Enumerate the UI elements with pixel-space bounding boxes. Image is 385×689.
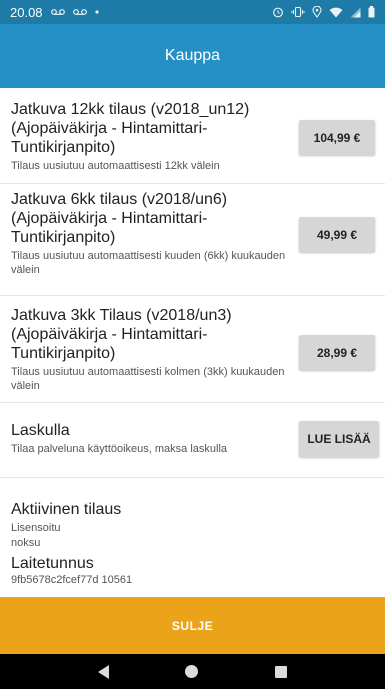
buy-6kk-button[interactable]: 49,99 € <box>299 217 375 252</box>
device-id-title: Laitetunnus <box>11 555 94 572</box>
wifi-icon <box>329 7 343 18</box>
device-id: 9fb5678c2fcef77d 10561 <box>11 574 133 586</box>
buy-12kk-button[interactable]: 104,99 € <box>299 120 375 155</box>
product-description: Tilaus uusiutuu automaattisesti 12kk väl… <box>11 160 220 172</box>
product-description: Tilaus uusiutuu automaattisesti kolmen (… <box>11 366 285 392</box>
active-title: Aktiivinen tilaus <box>11 501 122 518</box>
product-title: Jatkuva 3kk Tilaus (v2018/un3) (Ajopäivä… <box>11 307 232 362</box>
alarm-icon <box>272 6 284 18</box>
invoice-description: Tilaa palveluna käyttöoikeus, maksa lask… <box>11 443 228 455</box>
recent-apps-icon[interactable] <box>274 665 287 678</box>
app-bar: Kauppa <box>0 24 385 88</box>
buy-3kk-button[interactable]: 28,99 € <box>299 335 375 370</box>
product-title: Jatkuva 12kk tilaus (v2018_un12) (Ajopäi… <box>11 101 250 156</box>
invoice-title: Laskulla <box>11 422 70 439</box>
page-title: Kauppa <box>164 47 221 64</box>
location-icon <box>312 6 322 18</box>
product-item-12kk: Jatkuva 12kk tilaus (v2018_un12) (Ajopäi… <box>0 88 385 184</box>
navigation-bar <box>0 654 385 689</box>
license-status: Lisensoitu <box>11 522 61 534</box>
dot-icon <box>94 10 99 14</box>
battery-icon <box>368 6 375 18</box>
product-title: Jatkuva 6kk tilaus (v2018/un6) (Ajopäivä… <box>11 191 228 246</box>
product-item-3kk: Jatkuva 3kk Tilaus (v2018/un3) (Ajopäivä… <box>0 296 385 403</box>
vibrate-icon <box>291 6 305 18</box>
product-item-6kk: Jatkuva 6kk tilaus (v2018/un6) (Ajopäivä… <box>0 184 385 296</box>
voicemail-icon <box>50 8 65 16</box>
product-description: Tilaus uusiutuu automaattisesti kuuden (… <box>11 250 286 276</box>
signal-icon <box>350 7 361 18</box>
status-bar: 20.08 <box>0 0 385 24</box>
active-subscription: Aktiivinen tilaus Lisensoitu noksu Laite… <box>11 500 371 588</box>
user-name: noksu <box>11 537 41 549</box>
invoice-item: Laskulla Tilaa palveluna käyttöoikeus, m… <box>0 403 385 478</box>
voicemail-icon <box>72 8 87 16</box>
status-time: 20.08 <box>10 4 43 20</box>
home-icon[interactable] <box>185 665 199 678</box>
close-button[interactable]: SULJE <box>0 597 385 654</box>
read-more-button[interactable]: LUE LISÄÄ <box>299 421 379 457</box>
back-icon[interactable] <box>98 664 110 679</box>
product-list: Jatkuva 12kk tilaus (v2018_un12) (Ajopäi… <box>0 88 385 597</box>
